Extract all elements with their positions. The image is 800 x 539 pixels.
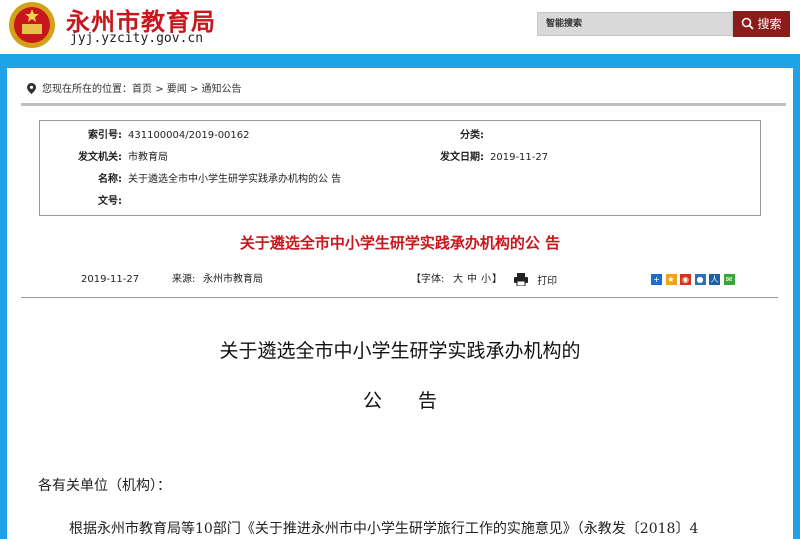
meta-issuer-label: 发文机关: [78, 152, 122, 163]
article-subheading: 公告 [362, 390, 473, 412]
font-size-medium[interactable]: 中 [467, 272, 477, 288]
share-tqq-icon[interactable]: ● [694, 274, 706, 285]
share-plus-icon[interactable]: + [651, 274, 662, 285]
meta-date-row: 发文日期: 2019-11-27 [424, 151, 548, 165]
search-input[interactable]: 智能搜索 [537, 12, 733, 36]
document-title: 关于遴选全市中小学生研学实践承办机构的公 告 [239, 234, 561, 252]
print-label: 打印 [537, 276, 558, 287]
meta-date-value: 2019-11-27 [490, 152, 549, 163]
national-emblem-icon [9, 2, 55, 48]
search-button[interactable]: 搜索 [733, 11, 790, 37]
print-button[interactable]: 打印 [514, 273, 557, 290]
search-button-label: 搜索 [757, 17, 782, 31]
search-placeholder: 智能搜索 [546, 19, 583, 29]
article-salutation: 各有关单位（机构）： [38, 478, 171, 494]
font-size-large[interactable]: 大 [453, 272, 463, 288]
breadcrumb-news[interactable]: 要闻 [167, 84, 187, 95]
meta-category-row: 分类: [444, 129, 490, 143]
breadcrumb-home[interactable]: 首页 [132, 84, 152, 95]
meta-name-row: 名称: 关于遴选全市中小学生研学实践承办机构的公 告 [44, 173, 341, 187]
publish-date: 2019-11-27 [81, 274, 140, 285]
site-header: 永州市教育局 jyj.yzcity.gov.cn 智能搜索 搜索 [0, 0, 800, 54]
font-size-close: 】 [492, 274, 502, 285]
search-icon [742, 17, 755, 30]
printer-icon [514, 273, 528, 287]
meta-issuer-value: 市教育局 [128, 152, 168, 163]
article-paragraph: 根据永州市教育局等10部门《关于推进永州市中小学生研学旅行工作的实施意见》（永教… [69, 521, 699, 537]
meta-name-label: 名称: [98, 174, 122, 185]
share-weibo-icon[interactable]: ◉ [680, 274, 691, 285]
meta-date-label: 发文日期: [440, 152, 484, 163]
meta-docno-label: 文号: [98, 196, 122, 207]
breadcrumb-divider [21, 103, 786, 106]
meta-index-row: 索引号: 431100004/2019-00162 [44, 129, 250, 143]
content-panel: 您现在所在的位置：首页 > 要闻 > 通知公告 索引号: 431100004/20… [7, 68, 793, 539]
meta-category-label: 分类: [460, 130, 484, 141]
meta-index-value: 431100004/2019-00162 [128, 130, 250, 141]
source-label: 来源: [172, 274, 196, 285]
share-wechat-icon[interactable]: ✉ [723, 274, 735, 285]
info-divider [21, 297, 778, 298]
article-info-bar: 2019-11-27 来源: 永州市教育局 【字体: 大 中 小 】 打印 + ★… [7, 272, 793, 288]
meta-name-value: 关于遴选全市中小学生研学实践承办机构的公 告 [128, 174, 342, 185]
meta-docno-row: 文号: [44, 195, 128, 209]
share-qzone-icon[interactable]: ★ [665, 274, 677, 285]
font-size-small[interactable]: 小 [481, 272, 491, 288]
meta-issuer-row: 发文机关: 市教育局 [44, 151, 168, 165]
font-size-label: 【字体: [411, 274, 445, 285]
breadcrumb-notice[interactable]: 通知公告 [202, 84, 242, 95]
site-url: jyj.yzcity.gov.cn [70, 31, 204, 46]
location-pin-icon [27, 83, 36, 94]
meta-index-label: 索引号: [88, 130, 122, 141]
breadcrumb: 您现在所在的位置：首页 > 要闻 > 通知公告 [27, 80, 242, 95]
article-heading: 关于遴选全市中小学生研学实践承办机构的 [219, 340, 581, 362]
breadcrumb-separator: > [189, 84, 199, 95]
breadcrumb-separator: > [155, 84, 164, 95]
document-meta-table: 索引号: 431100004/2019-00162 分类: 发文机关: 市教育局 发… [39, 120, 761, 216]
breadcrumb-prefix: 您现在所在的位置： [42, 84, 132, 95]
share-renren-icon[interactable]: 人 [709, 274, 720, 285]
source-value: 永州市教育局 [203, 274, 263, 285]
